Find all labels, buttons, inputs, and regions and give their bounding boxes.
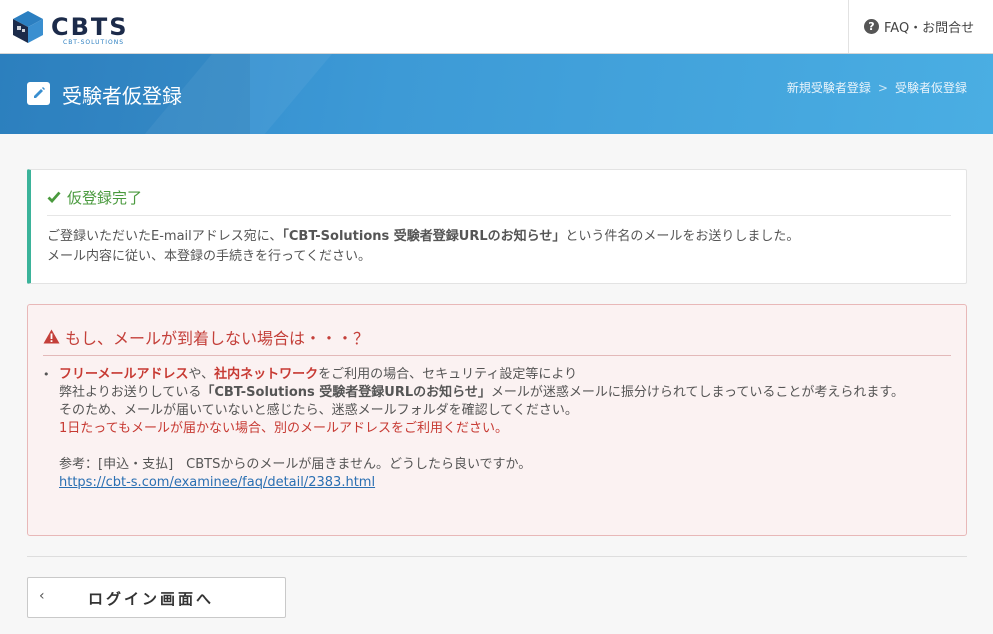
breadcrumb-separator: >: [877, 81, 888, 95]
free-mail-highlight: フリーメールアドレス: [59, 367, 189, 382]
faq-label: FAQ・お問合せ: [884, 21, 975, 36]
cube-logo-icon: [13, 11, 43, 43]
list-bullet: •: [43, 368, 50, 381]
faq-contact-link[interactable]: ? FAQ・お問合せ: [848, 0, 993, 53]
reference-text: 参考：[申込・支払] CBTSからのメールが届きません。どうしたら良いですか。: [59, 457, 532, 472]
breadcrumb: 新規受験者登録 > 受験者仮登録: [787, 79, 967, 96]
login-button-label: ログイン画面へ: [88, 590, 215, 608]
page-banner: 受験者仮登録 新規受験者登録 > 受験者仮登録: [0, 54, 993, 134]
warning-line-1: フリーメールアドレスや、社内ネットワークをご利用の場合、セキュリティ設定等により: [59, 367, 578, 382]
breadcrumb-item-current: 受験者仮登録: [894, 81, 967, 95]
warning-heading: もし、メールが到着しない場合は・・・？: [43, 318, 951, 356]
chevron-left-icon: ‹: [39, 588, 48, 604]
warning-panel: もし、メールが到着しない場合は・・・？ • フリーメールアドレスや、社内ネットワ…: [27, 304, 967, 536]
check-icon: [47, 191, 61, 203]
top-header: CBTS CBT-SOLUTIONS ? FAQ・お問合せ: [0, 0, 993, 54]
success-panel: 仮登録完了 ご登録いただいたE-mailアドレス宛に、「CBT-Solution…: [27, 169, 967, 284]
warning-line-3: そのため、メールが届いていないと感じたら、迷惑メールフォルダを確認してください。: [59, 403, 578, 418]
success-heading: 仮登録完了: [47, 179, 951, 216]
edit-pencil-icon: [27, 82, 50, 105]
login-screen-button[interactable]: ‹ ログイン画面へ: [27, 577, 286, 618]
question-circle-icon: ?: [864, 19, 879, 34]
page-title: 受験者仮登録: [62, 84, 182, 108]
success-line-1: ご登録いただいたE-mailアドレス宛に、「CBT-Solutions 受験者登…: [47, 229, 800, 244]
logo-wordmark: CBTS: [51, 13, 129, 41]
cbts-logo[interactable]: CBTS CBT-SOLUTIONS: [11, 9, 129, 46]
breadcrumb-item-register[interactable]: 新規受験者登録: [787, 81, 871, 95]
mail-subject: 「CBT-Solutions 受験者登録URLのお知らせ」: [282, 229, 566, 244]
faq-reference-link[interactable]: https://cbt-s.com/examinee/faq/detail/23…: [59, 475, 375, 490]
warning-title: もし、メールが到着しない場合は・・・？: [65, 328, 370, 348]
mail-subject-warning: 「CBT-Solutions 受験者登録URLのお知らせ」: [201, 385, 491, 400]
success-title: 仮登録完了: [67, 188, 143, 207]
warning-body: • フリーメールアドレスや、社内ネットワークをご利用の場合、セキュリティ設定等に…: [43, 366, 936, 492]
warning-line-2: 弊社よりお送りしている「CBT-Solutions 受験者登録URLのお知らせ」…: [59, 385, 905, 400]
success-message: ご登録いただいたE-mailアドレス宛に、「CBT-Solutions 受験者登…: [47, 227, 951, 267]
success-line-2: メール内容に従い、本登録の手続きを行ってください。: [47, 249, 371, 264]
logo-tagline: CBT-SOLUTIONS: [63, 39, 125, 46]
warning-line-4: 1日たってもメールが届かない場合、別のメールアドレスをご利用ください。: [59, 421, 508, 436]
warning-triangle-icon: [43, 329, 60, 344]
divider: [27, 556, 967, 557]
corporate-network-highlight: 社内ネットワーク: [214, 367, 319, 382]
